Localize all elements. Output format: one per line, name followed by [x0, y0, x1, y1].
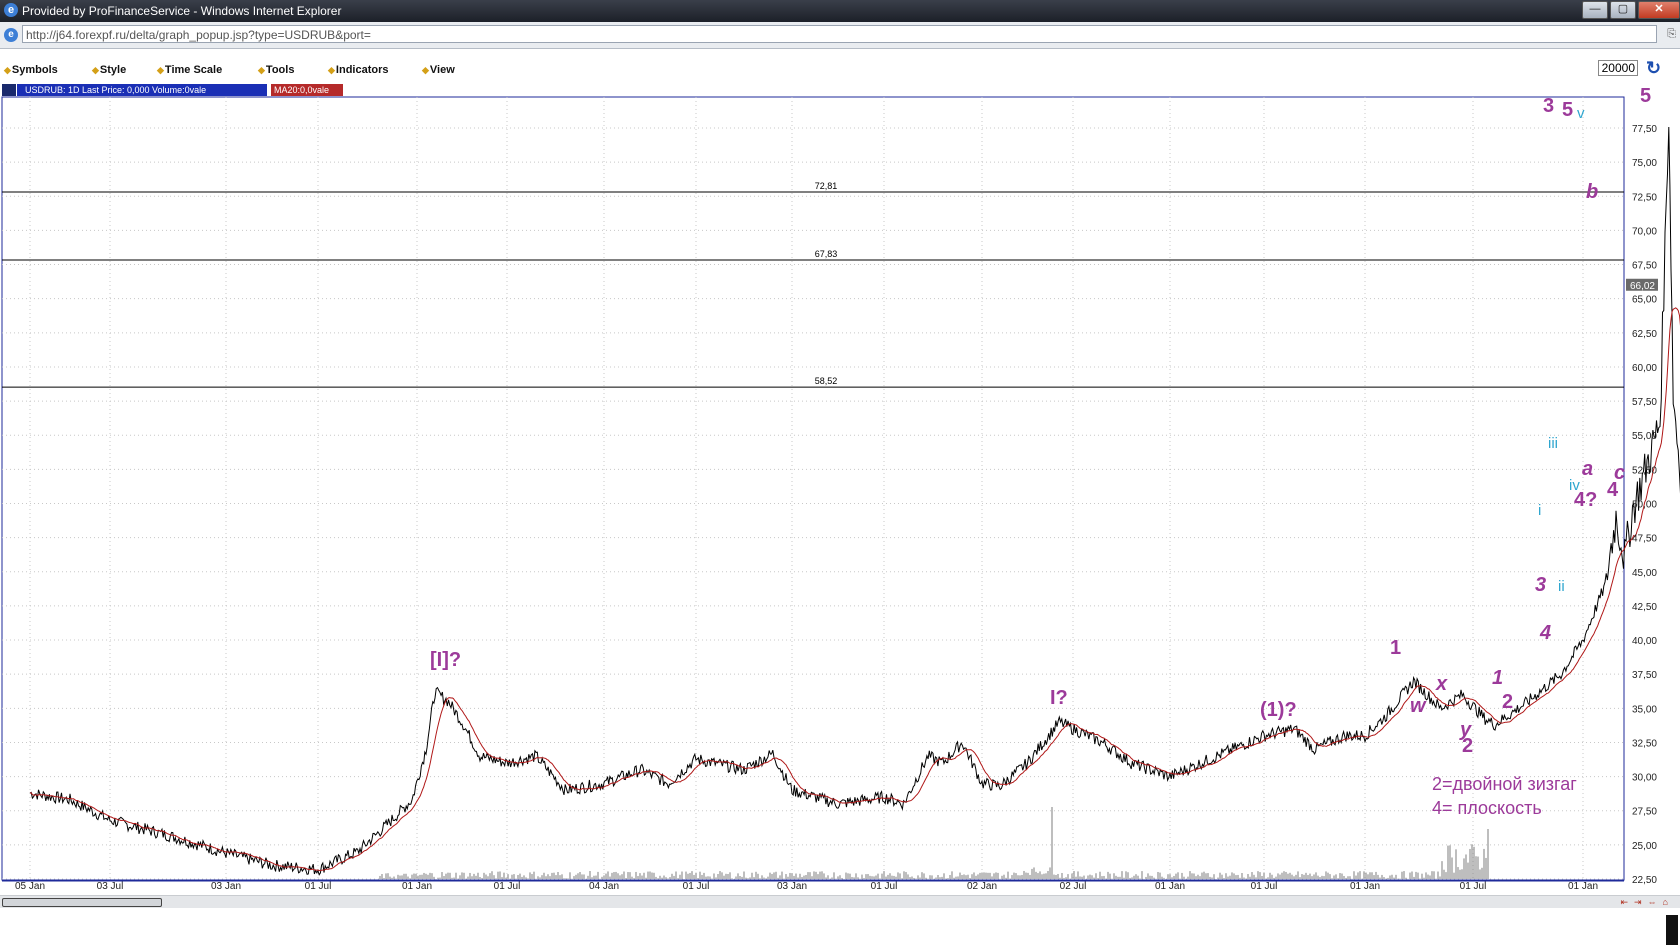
wave-label: 4 — [1607, 479, 1619, 501]
x-tick-label: 01 Jan — [1155, 881, 1185, 892]
x-axis: 05 Jan 03 Jul 03 Jan 01 Jul 01 Jan 01 Jul 04 J… — [2, 880, 1624, 892]
y-tick-label: 30,00 — [1632, 773, 1657, 784]
level-label: 58,52 — [815, 376, 838, 386]
x-tick-label: 01 Jul — [305, 881, 332, 892]
wave-label: 3 — [1535, 574, 1546, 596]
wave-label: 2 — [1502, 691, 1513, 713]
y-tick-label: 50,00 — [1632, 500, 1657, 511]
wave-label: i — [1538, 502, 1541, 519]
x-tick-label: 01 Jan — [1568, 881, 1598, 892]
y-tick-label: 75,00 — [1632, 158, 1657, 169]
x-tick-label: 01 Jan — [402, 881, 432, 892]
wave-label: 3 — [1543, 95, 1554, 117]
y-tick-label: 55,00 — [1632, 431, 1657, 442]
level-label: 72,81 — [815, 181, 838, 191]
y-tick-label: 32,50 — [1632, 738, 1657, 749]
y-tick-label: 60,00 — [1632, 363, 1657, 374]
wave-label: 4 — [1539, 622, 1551, 644]
price-chart[interactable]: 72,81 67,83 58,52 22,50 25,00 27,50 30,00 32,5… — [0, 0, 1680, 945]
x-tick-label: 01 Jul — [871, 881, 898, 892]
y-tick-label: 65,00 — [1632, 295, 1657, 306]
y-tick-label: 22,50 — [1632, 875, 1657, 886]
wave-label: 1 — [1390, 637, 1401, 659]
x-tick-label: 02 Jul — [1060, 881, 1087, 892]
scroll-thumb[interactable] — [2, 898, 162, 907]
horizontal-scrollbar[interactable]: ⇤⇥⇔⌂ — [0, 895, 1680, 908]
y-tick-label: 42,50 — [1632, 602, 1657, 613]
x-tick-label: 02 Jan — [967, 881, 997, 892]
scroll-controls[interactable]: ⇤⇥⇔⌂ — [1620, 897, 1674, 908]
x-tick-label: 03 Jan — [211, 881, 241, 892]
y-tick-label: 70,00 — [1632, 226, 1657, 237]
wave-label: 1 — [1492, 667, 1503, 689]
level-label: 67,83 — [815, 249, 838, 259]
y-tick-label: 47,50 — [1632, 534, 1657, 545]
wave-label: iii — [1548, 435, 1558, 452]
wave-label: 2=двойной зизгаг — [1432, 774, 1577, 794]
wave-label: v — [1577, 105, 1585, 122]
resize-grip[interactable] — [1666, 915, 1678, 945]
x-tick-label: 04 Jan — [589, 881, 619, 892]
y-tick-label: 37,50 — [1632, 670, 1657, 681]
x-tick-label: 01 Jan — [1350, 881, 1380, 892]
status-area — [0, 908, 1680, 945]
y-tick-label: 25,00 — [1632, 841, 1657, 852]
y-axis: 22,50 25,00 27,50 30,00 32,50 35,00 37,50 40,00… — [1626, 124, 1658, 886]
x-tick-label: 01 Jul — [494, 881, 521, 892]
y-tick-label: 77,50 — [1632, 124, 1657, 135]
y-tick-label: 67,50 — [1632, 261, 1657, 272]
x-tick-label: 01 Jul — [1251, 881, 1278, 892]
wave-label: 4= плоскость — [1432, 798, 1542, 818]
y-tick-label: 57,50 — [1632, 397, 1657, 408]
x-tick-label: 01 Jul — [683, 881, 710, 892]
x-tick-label: 03 Jan — [777, 881, 807, 892]
current-price-label: 66,02 — [1630, 281, 1655, 292]
wave-label: a — [1582, 458, 1593, 480]
x-tick-label: 05 Jan — [15, 881, 45, 892]
wave-label: ii — [1558, 578, 1565, 595]
wave-label: I? — [1050, 687, 1068, 709]
wave-label: 5 — [1562, 99, 1573, 121]
wave-label: 2 — [1462, 735, 1473, 757]
wave-label: w — [1410, 695, 1427, 717]
wave-label: 4? — [1574, 489, 1597, 511]
x-tick-label: 03 Jul — [97, 881, 124, 892]
y-tick-label: 40,00 — [1632, 636, 1657, 647]
wave-label: 5 — [1640, 85, 1651, 107]
wave-label: x — [1435, 673, 1448, 695]
y-tick-label: 62,50 — [1632, 329, 1657, 340]
y-tick-label: 45,00 — [1632, 568, 1657, 579]
y-tick-label: 72,50 — [1632, 192, 1657, 203]
wave-label: [I]? — [430, 649, 461, 671]
y-tick-label: 27,50 — [1632, 807, 1657, 818]
y-tick-label: 35,00 — [1632, 704, 1657, 715]
wave-label: b — [1586, 181, 1598, 203]
plot-frame — [1, 96, 1625, 881]
x-tick-label: 01 Jul — [1460, 881, 1487, 892]
y-tick-label: 52,50 — [1632, 465, 1657, 476]
wave-label: (1)? — [1260, 699, 1297, 721]
